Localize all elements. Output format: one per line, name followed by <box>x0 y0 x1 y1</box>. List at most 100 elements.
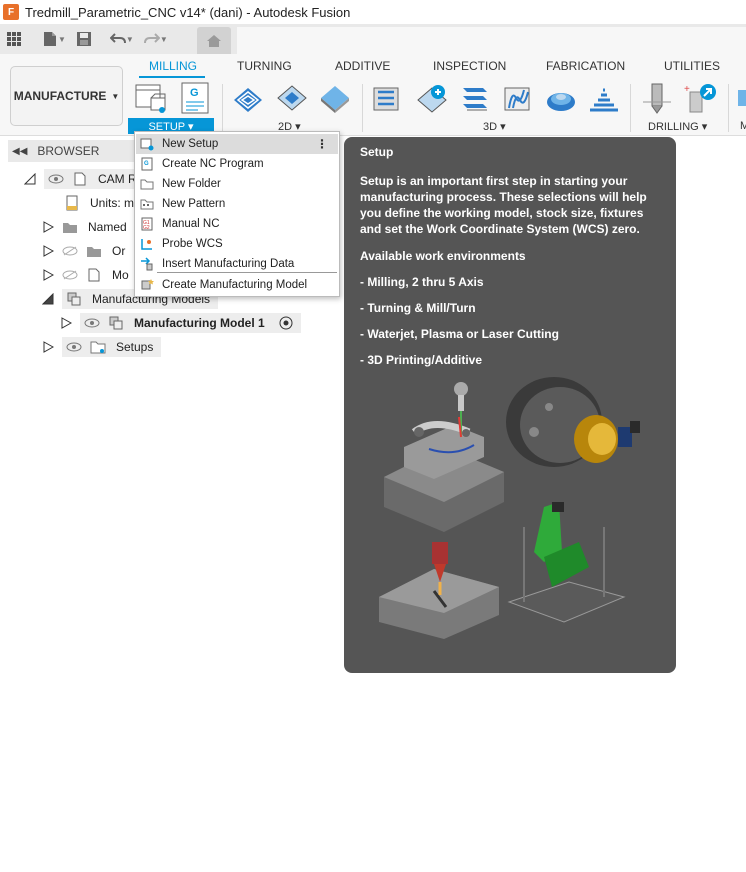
expand-triangle-icon[interactable] <box>42 245 54 257</box>
expand-triangle-icon[interactable] <box>42 221 54 233</box>
window-title: Tredmill_Parametric_CNC v14* (dani) - Au… <box>25 4 351 20</box>
3d-contour-tool-icon[interactable] <box>588 82 620 114</box>
tab-inspection[interactable]: INSPECTION <box>433 59 506 73</box>
ribbon-separator <box>222 84 223 132</box>
tree-row-setups[interactable]: Setups <box>42 336 162 358</box>
2d-pocket-tool-icon[interactable] <box>276 82 308 114</box>
fusion-logo-icon: F <box>3 4 19 20</box>
tab-turning[interactable]: TURNING <box>237 59 292 73</box>
drilling-group-button[interactable]: DRILLING ▾ <box>648 120 707 133</box>
tab-additive[interactable]: ADDITIVE <box>335 59 390 73</box>
tree-row-origin[interactable]: Or <box>42 240 125 262</box>
menu-item-label: Insert Manufacturing Data <box>162 258 295 270</box>
2d-adaptive-tool-icon[interactable] <box>232 82 264 114</box>
menu-item-create-manufacturing-model[interactable]: Create Manufacturing Model <box>136 275 338 295</box>
collapse-browser-icon[interactable]: ◀◀ <box>12 146 27 157</box>
model-icon <box>109 316 123 330</box>
cutting-illustration <box>379 542 499 639</box>
expand-triangle-icon[interactable] <box>60 317 72 329</box>
menu-item-create-nc-program[interactable]: G Create NC Program <box>136 154 338 174</box>
menu-item-probe-wcs[interactable]: Probe WCS <box>136 234 338 254</box>
activate-radio-icon[interactable] <box>279 316 293 330</box>
component-icon <box>88 268 100 282</box>
hole-recognition-tool-icon[interactable]: + <box>684 82 716 114</box>
tree-label: Setups <box>116 340 154 354</box>
pattern-icon <box>140 199 154 210</box>
turning-illustration <box>506 377 640 467</box>
manual-nc-icon: G1G2 <box>141 217 153 231</box>
tree-label: Mo <box>112 268 129 282</box>
more-tool-icon[interactable] <box>736 82 746 114</box>
more-group-button[interactable]: M <box>740 120 746 132</box>
3d-adaptive-tool-icon[interactable] <box>372 82 404 114</box>
3d-parallel-tool-icon[interactable] <box>502 82 534 114</box>
tooltip-env-item: - Waterjet, Plasma or Laser Cutting <box>360 327 559 341</box>
tree-row-model[interactable]: Mo <box>42 264 129 286</box>
undo-dropdown-icon[interactable]: ▼ <box>126 35 134 44</box>
workspace-switcher[interactable]: MANUFACTURE ▼ <box>10 66 123 126</box>
nc-program-tool-icon[interactable]: G <box>180 82 212 114</box>
visibility-eye-icon[interactable] <box>66 342 82 352</box>
nc-program-icon: G <box>141 157 153 171</box>
ribbon-separator <box>362 84 363 132</box>
grid-menu-icon[interactable] <box>0 25 28 53</box>
menu-item-new-setup[interactable]: New Setup ⋮ <box>136 134 338 154</box>
setup-tooltip: Setup Setup is an important first step i… <box>344 137 676 673</box>
quick-access-toolbar: ▼ ▼ ▼ <box>0 24 746 54</box>
drill-tool-icon[interactable] <box>641 82 673 114</box>
menu-item-new-folder[interactable]: New Folder <box>136 174 338 194</box>
tree-row-manufacturing-model-1[interactable]: Manufacturing Model 1 <box>60 312 301 334</box>
collapse-triangle-icon[interactable] <box>24 173 36 185</box>
hidden-eye-icon[interactable] <box>62 270 78 280</box>
svg-text:+: + <box>684 84 690 95</box>
mfg-model-icon <box>141 279 154 290</box>
tree-row-named-views[interactable]: Named <box>42 216 127 238</box>
redo-dropdown-icon[interactable]: ▼ <box>160 35 168 44</box>
folder-icon <box>140 179 154 190</box>
tree-row-root[interactable]: CAM R <box>24 168 145 190</box>
menu-item-label: Create NC Program <box>162 158 264 170</box>
visibility-eye-icon[interactable] <box>48 174 64 184</box>
tree-label: Or <box>112 244 126 258</box>
tooltip-env-item: - Milling, 2 thru 5 Axis <box>360 275 484 289</box>
new-setup-icon <box>140 138 154 151</box>
menu-item-label: New Setup <box>162 138 219 150</box>
tab-fabrication[interactable]: FABRICATION <box>546 59 625 73</box>
3d-steep-shallow-tool-icon[interactable] <box>459 82 491 114</box>
menu-item-manual-nc[interactable]: G1 G2 Manual NC <box>136 214 338 234</box>
3d-scallop-tool-icon[interactable] <box>545 82 577 114</box>
tree-row-units[interactable]: Units: m <box>64 192 134 214</box>
probe-icon <box>141 239 152 250</box>
expand-triangle-icon[interactable] <box>42 341 54 353</box>
folder-icon <box>87 247 101 257</box>
tooltip-title: Setup <box>360 145 394 159</box>
hidden-eye-icon[interactable] <box>62 246 78 256</box>
visibility-eye-icon[interactable] <box>84 318 100 328</box>
menu-item-label: Manual NC <box>162 218 220 230</box>
home-icon <box>207 34 221 47</box>
workspace-caret-icon: ▼ <box>111 91 120 101</box>
menu-item-label: New Folder <box>162 178 221 190</box>
save-icon[interactable] <box>70 25 98 53</box>
menu-item-label: Probe WCS <box>162 238 223 250</box>
insert-data-icon <box>141 257 153 271</box>
tree-label: Manufacturing Model 1 <box>134 316 265 330</box>
menu-item-new-pattern[interactable]: New Pattern <box>136 194 338 214</box>
menu-item-insert-manufacturing-data[interactable]: Insert Manufacturing Data <box>136 254 338 274</box>
expand-triangle-icon[interactable] <box>42 269 54 281</box>
2d-face-tool-icon[interactable] <box>319 82 351 114</box>
new-setup-tool-icon[interactable] <box>135 82 167 114</box>
milling-illustration <box>384 382 504 532</box>
3d-pocket-tool-icon[interactable] <box>416 82 448 114</box>
collapse-triangle-icon[interactable] <box>42 293 54 305</box>
home-tab[interactable] <box>197 27 231 54</box>
svg-text:G: G <box>190 87 199 99</box>
tab-utilities[interactable]: UTILITIES <box>664 59 720 73</box>
tooltip-envs-heading: Available work environments <box>360 249 526 263</box>
more-options-icon[interactable]: ⋮ <box>316 138 328 150</box>
tree-label: CAM R <box>98 172 137 186</box>
file-dropdown-icon[interactable]: ▼ <box>58 35 66 44</box>
tree-label: Named <box>88 220 127 234</box>
tab-milling[interactable]: MILLING <box>149 59 197 73</box>
3d-group-button[interactable]: 3D ▾ <box>483 120 506 133</box>
